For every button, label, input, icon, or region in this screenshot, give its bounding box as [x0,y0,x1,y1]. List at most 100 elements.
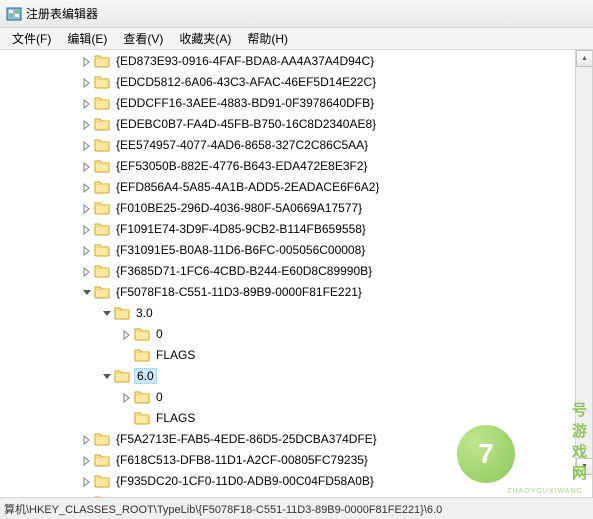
tree-item-label[interactable]: {F5078F18-C551-11D3-89B9-0000F81FE221} [114,285,364,299]
vertical-scrollbar[interactable]: ▲ ▼ [575,50,592,475]
tree-row[interactable]: 0 [0,386,580,407]
chevron-down-icon[interactable] [102,308,112,318]
tree-item-label[interactable]: {EDCD5812-6A06-43C3-AFAC-46EF5D14E22C} [114,75,378,89]
tree-item-label[interactable]: {EF53050B-882E-4776-B643-EDA472E8E3F2} [114,159,370,173]
chevron-right-icon[interactable] [122,392,132,402]
tree-row[interactable]: FLAGS [0,344,580,365]
tree-item-label[interactable]: 3.0 [134,306,155,320]
folder-icon [94,53,110,69]
tree-item-label[interactable]: {EDDCFF16-3AEE-4883-BD91-0F3978640DFB} [114,96,376,110]
chevron-right-icon[interactable] [82,224,92,234]
folder-icon [114,305,130,321]
tree-row[interactable]: {F1091E74-3D9F-4D85-9CB2-B114FB659558} [0,218,580,239]
tree-item-label[interactable]: {EDEBC0B7-FA4D-45FB-B750-16C8D2340AE8} [114,117,378,131]
tree-row[interactable]: {F618C513-DFB8-11D1-A2CF-00805FC79235} [0,449,580,470]
folder-icon [94,95,110,111]
tree-row[interactable]: {EDCD5812-6A06-43C3-AFAC-46EF5D14E22C} [0,71,580,92]
tree-row[interactable]: 3.0 [0,302,580,323]
folder-icon [94,452,110,468]
chevron-right-icon[interactable] [82,56,92,66]
tree-row[interactable]: {F9C24C76-8C9C-45CE-8A36-CB2FF2FDB24F} [0,491,580,497]
chevron-right-icon[interactable] [82,77,92,87]
chevron-right-icon[interactable] [82,266,92,276]
chevron-right-icon[interactable] [82,119,92,129]
chevron-right-icon[interactable] [82,182,92,192]
tree-item-label[interactable]: {F3685D71-1FC6-4CBD-B244-E60D8C89990B} [114,264,374,278]
menubar: 文件(F) 编辑(E) 查看(V) 收藏夹(A) 帮助(H) [0,28,593,50]
tree-item-label[interactable]: FLAGS [154,411,197,425]
menu-file[interactable]: 文件(F) [4,28,59,49]
tree-item-label[interactable]: {F31091E5-B0A8-11D6-B6FC-005056C00008} [114,243,367,257]
menu-view[interactable]: 查看(V) [115,28,171,49]
regedit-icon [6,6,22,22]
folder-icon [94,200,110,216]
menu-edit[interactable]: 编辑(E) [59,28,115,49]
menu-help[interactable]: 帮助(H) [239,28,296,49]
folder-icon [114,368,130,384]
tree-item-label[interactable]: {ED873E93-0916-4FAF-BDA8-AA4A37A4D94C} [114,54,376,68]
tree-item-label[interactable]: FLAGS [154,348,197,362]
folder-icon [94,137,110,153]
folder-icon [134,389,150,405]
folder-icon [94,116,110,132]
tree-row[interactable]: {EDDCFF16-3AEE-4883-BD91-0F3978640DFB} [0,92,580,113]
tree-item-label[interactable]: 6.0 [134,368,157,384]
tree-row[interactable]: {F3685D71-1FC6-4CBD-B244-E60D8C89990B} [0,260,580,281]
chevron-down-icon[interactable] [82,287,92,297]
titlebar: 注册表编辑器 [0,0,593,28]
tree-item-label[interactable]: {EFD856A4-5A85-4A1B-ADD5-2EADACE6F6A2} [114,180,381,194]
chevron-right-icon[interactable] [122,329,132,339]
folder-icon [94,242,110,258]
tree-row[interactable]: {EDEBC0B7-FA4D-45FB-B750-16C8D2340AE8} [0,113,580,134]
chevron-right-icon [122,413,132,423]
tree-item-label[interactable]: {F9C24C76-8C9C-45CE-8A36-CB2FF2FDB24F} [114,495,378,498]
scroll-up-button[interactable]: ▲ [576,50,593,67]
menu-favorites[interactable]: 收藏夹(A) [171,28,239,49]
scrollbar-track[interactable] [576,67,592,458]
chevron-right-icon[interactable] [82,455,92,465]
tree-row[interactable]: {F5078F18-C551-11D3-89B9-0000F81FE221} [0,281,580,302]
chevron-right-icon[interactable] [82,98,92,108]
tree-item-label[interactable]: 0 [154,390,165,404]
chevron-right-icon[interactable] [82,434,92,444]
tree-item-label[interactable]: {EE574957-4077-4AD6-8658-327C2C86C5AA} [114,138,370,152]
tree-row[interactable]: {EFD856A4-5A85-4A1B-ADD5-2EADACE6F6A2} [0,176,580,197]
tree-item-label[interactable]: 0 [154,327,165,341]
chevron-down-icon[interactable] [102,371,112,381]
folder-icon [94,431,110,447]
tree-row[interactable]: {EE574957-4077-4AD6-8658-327C2C86C5AA} [0,134,580,155]
chevron-right-icon[interactable] [82,161,92,171]
chevron-right-icon[interactable] [82,497,92,498]
tree-row[interactable]: FLAGS [0,407,580,428]
chevron-right-icon[interactable] [82,476,92,486]
folder-icon [94,473,110,489]
scroll-down-button[interactable]: ▼ [576,458,593,475]
registry-tree[interactable]: {ED873E93-0916-4FAF-BDA8-AA4A37A4D94C} {E… [0,50,580,497]
folder-icon [94,179,110,195]
tree-row[interactable]: {F5A2713E-FAB5-4EDE-86D5-25DCBA374DFE} [0,428,580,449]
tree-item-label[interactable]: {F010BE25-296D-4036-980F-5A0669A17577} [114,201,364,215]
folder-icon [94,158,110,174]
tree-item-label[interactable]: {F5A2713E-FAB5-4EDE-86D5-25DCBA374DFE} [114,432,379,446]
tree-row[interactable]: {ED873E93-0916-4FAF-BDA8-AA4A37A4D94C} [0,50,580,71]
chevron-right-icon[interactable] [82,245,92,255]
folder-icon [94,284,110,300]
tree-row[interactable]: {F010BE25-296D-4036-980F-5A0669A17577} [0,197,580,218]
tree-item-label[interactable]: {F618C513-DFB8-11D1-A2CF-00805FC79235} [114,453,370,467]
folder-icon [94,221,110,237]
chevron-right-icon [122,350,132,360]
window-title: 注册表编辑器 [26,5,98,22]
tree-row[interactable]: {F31091E5-B0A8-11D6-B6FC-005056C00008} [0,239,580,260]
folder-icon [134,410,150,426]
statusbar: 算机\HKEY_CLASSES_ROOT\TypeLib\{F5078F18-C… [0,497,593,519]
folder-icon [134,347,150,363]
tree-item-label[interactable]: {F935DC20-1CF0-11D0-ADB9-00C04FD58A0B} [114,474,376,488]
tree-row[interactable]: {EF53050B-882E-4776-B643-EDA472E8E3F2} [0,155,580,176]
tree-row[interactable]: 6.0 [0,365,580,386]
chevron-right-icon[interactable] [82,203,92,213]
tree-row[interactable]: 0 [0,323,580,344]
tree-row[interactable]: {F935DC20-1CF0-11D0-ADB9-00C04FD58A0B} [0,470,580,491]
folder-icon [134,326,150,342]
tree-item-label[interactable]: {F1091E74-3D9F-4D85-9CB2-B114FB659558} [114,222,368,236]
chevron-right-icon[interactable] [82,140,92,150]
